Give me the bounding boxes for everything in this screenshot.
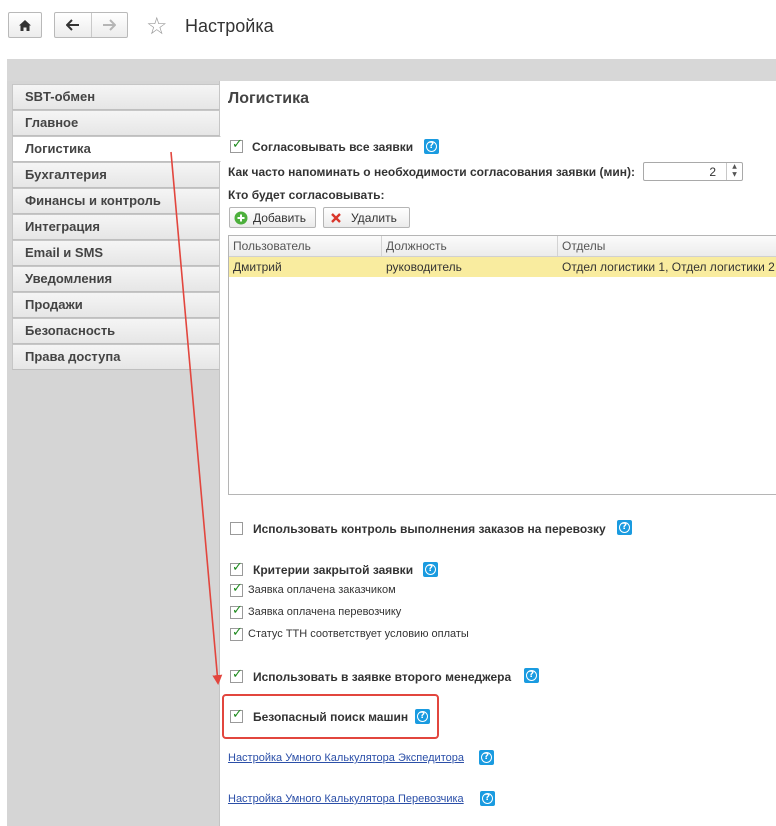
annotation-arrow (170, 151, 223, 685)
